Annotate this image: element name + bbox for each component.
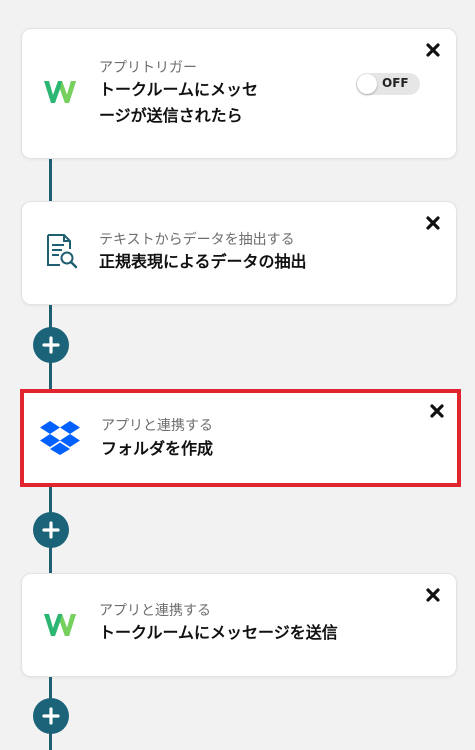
plus-icon (42, 707, 60, 725)
step-title-line: ージが送信されたら (99, 106, 243, 125)
delete-step-button[interactable] (424, 214, 442, 232)
toggle-label: OFF (382, 76, 409, 90)
close-icon (430, 404, 444, 418)
step-subtitle: アプリと連携する (101, 418, 213, 434)
add-step-button[interactable] (33, 698, 69, 734)
step-title: トークルームにメッセージを送信 (99, 623, 338, 642)
step-title-line: トークルームにメッセ (99, 80, 259, 99)
plus-icon (42, 521, 60, 539)
step-subtitle: アプリトリガー (99, 60, 197, 76)
chatwork-icon (42, 610, 78, 644)
step-card[interactable]: テキストからデータを抽出する 正規表現によるデータの抽出 (21, 201, 457, 305)
step-subtitle: テキストからデータを抽出する (99, 232, 295, 248)
add-step-button[interactable] (33, 327, 69, 363)
delete-step-button[interactable] (424, 586, 442, 604)
delete-step-button[interactable] (424, 41, 442, 59)
step-title: フォルダを作成 (101, 439, 214, 458)
chatwork-icon (42, 77, 78, 111)
step-subtitle: アプリと連携する (99, 603, 211, 619)
close-icon (426, 216, 440, 230)
dropbox-step-card[interactable]: アプリと連携する フォルダを作成 (20, 389, 461, 487)
flow-connector-line (49, 158, 52, 202)
plus-icon (42, 336, 60, 354)
delete-step-button[interactable] (428, 402, 446, 420)
toggle-knob (357, 74, 377, 94)
close-icon (426, 43, 440, 57)
dropbox-icon (40, 419, 80, 459)
step-title: トークルームにメッセ ージが送信されたら (99, 77, 258, 129)
add-step-button[interactable] (33, 512, 69, 548)
document-search-icon (44, 233, 78, 273)
step-title: 正規表現によるデータの抽出 (99, 252, 307, 271)
trigger-step-card[interactable]: アプリトリガー トークルームにメッセ ージが送信されたら OFF (21, 28, 457, 159)
trigger-toggle[interactable]: OFF (356, 73, 420, 95)
close-icon (426, 588, 440, 602)
step-card[interactable]: アプリと連携する トークルームにメッセージを送信 (21, 573, 457, 677)
